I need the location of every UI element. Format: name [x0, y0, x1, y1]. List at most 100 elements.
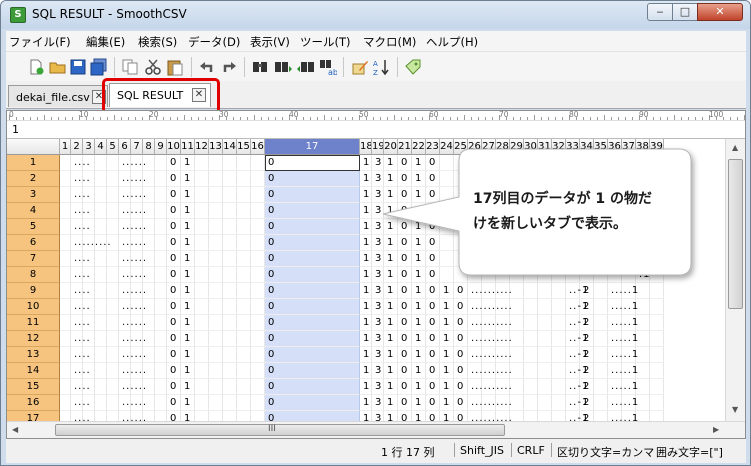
- grid-cell[interactable]: [454, 203, 468, 219]
- close-button[interactable]: ✕: [697, 3, 743, 21]
- grid-cell[interactable]: [580, 235, 594, 251]
- grid-cell[interactable]: [237, 219, 251, 235]
- grid-cell[interactable]: [566, 267, 580, 283]
- grid-cell[interactable]: [195, 235, 209, 251]
- row-header[interactable]: 6: [7, 235, 60, 251]
- column-header[interactable]: 26: [468, 139, 482, 155]
- grid-cell[interactable]: [107, 267, 119, 283]
- vertical-scrollbar[interactable]: ▲ ▼: [725, 139, 745, 421]
- grid-cell[interactable]: [650, 395, 664, 411]
- grid-cell[interactable]: [524, 251, 538, 267]
- grid-cell[interactable]: [251, 395, 265, 411]
- grid-cell[interactable]: [580, 267, 594, 283]
- column-header[interactable]: 34: [580, 139, 594, 155]
- grid-cell[interactable]: [155, 363, 167, 379]
- grid-cell[interactable]: [237, 235, 251, 251]
- grid-cell[interactable]: [209, 251, 223, 267]
- grid-cell[interactable]: [538, 155, 552, 171]
- new-file-icon[interactable]: [27, 58, 45, 76]
- status-encoding[interactable]: Shift_JIS: [460, 444, 504, 457]
- grid-cell[interactable]: [454, 251, 468, 267]
- grid-cell[interactable]: [454, 155, 468, 171]
- grid-cell[interactable]: [538, 411, 552, 421]
- grid-cell[interactable]: [155, 411, 167, 421]
- column-header[interactable]: 38: [636, 139, 650, 155]
- grid-cell[interactable]: [468, 251, 482, 267]
- grid-cell[interactable]: [209, 171, 223, 187]
- column-header[interactable]: 3: [83, 139, 95, 155]
- grid-cell[interactable]: [251, 331, 265, 347]
- grid-cell[interactable]: [524, 267, 538, 283]
- grid-cell[interactable]: [209, 299, 223, 315]
- grid-cell[interactable]: [209, 411, 223, 421]
- row-header[interactable]: 4: [7, 203, 60, 219]
- grid-cell[interactable]: [650, 235, 664, 251]
- grid-cell[interactable]: [237, 299, 251, 315]
- grid-cell[interactable]: [468, 171, 482, 187]
- grid-cell[interactable]: [510, 267, 524, 283]
- grid-cell[interactable]: [195, 219, 209, 235]
- grid-cell[interactable]: [524, 379, 538, 395]
- grid-cell[interactable]: [510, 155, 524, 171]
- grid-cell[interactable]: [482, 235, 496, 251]
- grid-cell[interactable]: [237, 395, 251, 411]
- column-header[interactable]: 27: [482, 139, 496, 155]
- grid-cell[interactable]: [223, 395, 237, 411]
- grid-cell[interactable]: [468, 267, 482, 283]
- grid-cell[interactable]: [195, 171, 209, 187]
- data-grid[interactable]: 1 2 3 4 5 6 7 8 9 10 11 12 13 14 15 16 17 18 19 20 21 22 23 24 2…: [7, 139, 725, 421]
- grid-cell[interactable]: [237, 411, 251, 421]
- grid-cell[interactable]: [552, 251, 566, 267]
- grid-cell[interactable]: [60, 331, 71, 347]
- grid-cell[interactable]: [195, 363, 209, 379]
- grid-cell[interactable]: [538, 283, 552, 299]
- grid-cell[interactable]: [223, 203, 237, 219]
- grid-cell[interactable]: [552, 411, 566, 421]
- grid-cell[interactable]: [209, 379, 223, 395]
- row-header[interactable]: 8: [7, 267, 60, 283]
- grid-cell[interactable]: [552, 395, 566, 411]
- column-header[interactable]: 24: [440, 139, 454, 155]
- grid-cell[interactable]: [524, 283, 538, 299]
- grid-cell[interactable]: [510, 251, 524, 267]
- grid-cell[interactable]: [251, 379, 265, 395]
- grid-cell[interactable]: [223, 331, 237, 347]
- grid-cell[interactable]: [155, 283, 167, 299]
- copy-icon[interactable]: [121, 58, 139, 76]
- grid-cell[interactable]: [251, 299, 265, 315]
- grid-cell[interactable]: [524, 155, 538, 171]
- grid-cell[interactable]: [580, 155, 594, 171]
- grid-cell[interactable]: [60, 219, 71, 235]
- menu-tools[interactable]: ツール(T): [300, 34, 351, 50]
- grid-cell[interactable]: [650, 363, 664, 379]
- column-header[interactable]: 22: [412, 139, 426, 155]
- grid-cell[interactable]: [237, 155, 251, 171]
- row-header[interactable]: 1: [7, 155, 60, 171]
- grid-cell[interactable]: [60, 155, 71, 171]
- grid-cell[interactable]: [440, 187, 454, 203]
- grid-cell[interactable]: [454, 219, 468, 235]
- grid-cell[interactable]: [223, 187, 237, 203]
- grid-cell[interactable]: [482, 155, 496, 171]
- grid-cell[interactable]: [237, 331, 251, 347]
- row-header[interactable]: 13: [7, 347, 60, 363]
- grid-cell[interactable]: [107, 395, 119, 411]
- grid-cell[interactable]: [552, 315, 566, 331]
- grid-cell[interactable]: [195, 203, 209, 219]
- grid-cell[interactable]: [237, 267, 251, 283]
- column-header[interactable]: 6: [119, 139, 131, 155]
- row-header[interactable]: 7: [7, 251, 60, 267]
- grid-cell[interactable]: [237, 283, 251, 299]
- grid-cell[interactable]: [209, 331, 223, 347]
- grid-cell[interactable]: [251, 171, 265, 187]
- grid-cell[interactable]: [223, 171, 237, 187]
- column-header[interactable]: 19: [372, 139, 384, 155]
- grid-cell[interactable]: [622, 267, 636, 283]
- grid-cell[interactable]: [251, 315, 265, 331]
- grid-cell[interactable]: [107, 347, 119, 363]
- grid-cell[interactable]: [60, 187, 71, 203]
- grid-cell[interactable]: [594, 315, 608, 331]
- grid-cell[interactable]: [237, 251, 251, 267]
- grid-cell[interactable]: [566, 235, 580, 251]
- grid-cell[interactable]: [552, 379, 566, 395]
